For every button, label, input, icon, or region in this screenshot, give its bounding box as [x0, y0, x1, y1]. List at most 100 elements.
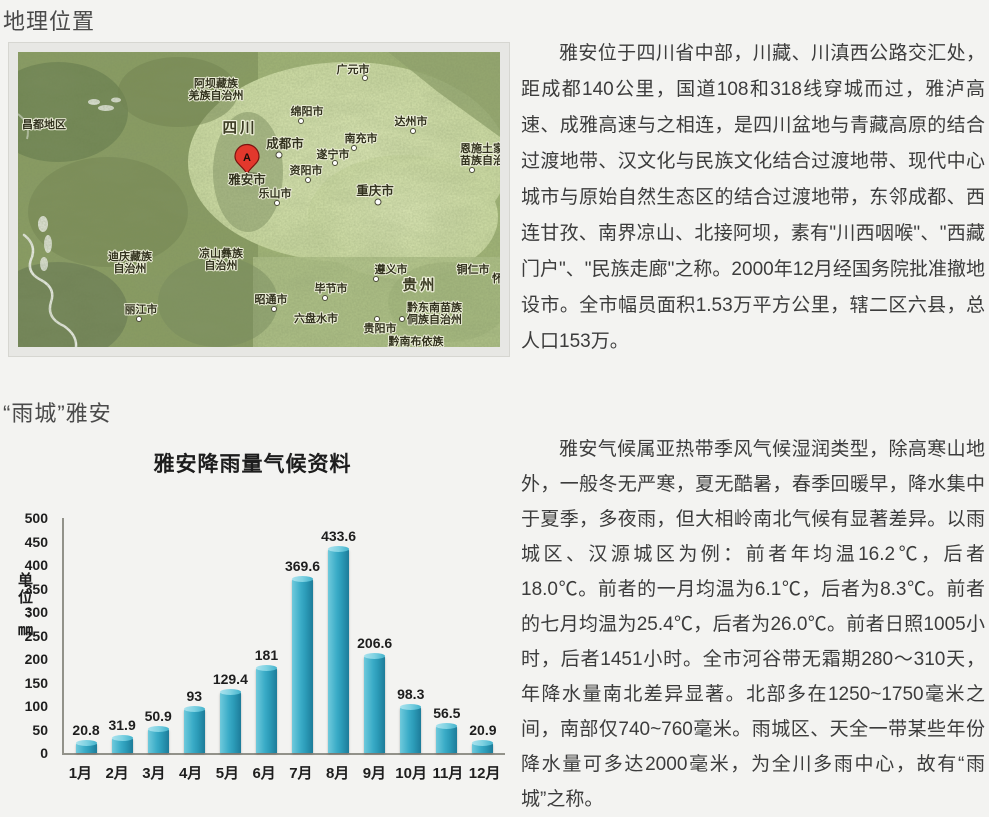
bar	[148, 729, 169, 753]
section-title-rain-city: “雨城”雅安	[3, 396, 112, 428]
map-label-mianyang: 绵阳市	[291, 104, 324, 118]
map-label-leshan: 乐山市	[259, 186, 292, 200]
x-axis-label: 12月	[466, 762, 503, 783]
x-axis-label: 4月	[172, 762, 209, 783]
map-label-aba-1: 阿坝藏族	[194, 76, 239, 90]
x-axis-label: 2月	[99, 762, 136, 783]
map-label-yaan: 雅安市	[227, 172, 266, 187]
bar-value-label: 129.4	[213, 671, 248, 687]
map-label-ziyang: 资阳市	[290, 163, 323, 177]
bar	[436, 726, 457, 753]
bar-value-label: 31.9	[108, 717, 135, 733]
map-label-sichuan: 四川	[223, 121, 258, 137]
rainfall-chart: 雅安降雨量气候资料 单位：㎜ 5004504003503002502001501…	[0, 444, 510, 799]
bar	[76, 743, 97, 753]
bar-column: 20.9	[465, 722, 501, 753]
x-axis-label: 10月	[393, 762, 430, 783]
x-axis-label: 3月	[136, 762, 173, 783]
bar-column: 129.4	[212, 671, 248, 753]
x-axis-label: 6月	[246, 762, 283, 783]
chart-title: 雅安降雨量气候资料	[0, 448, 505, 478]
geography-paragraph: 雅安位于四川省中部，川藏、川滇西公路交汇处，距成都140公里，国道108和318…	[521, 36, 985, 360]
bar-value-label: 206.6	[357, 635, 392, 651]
map-label-guiyang: 贵阳市	[364, 321, 397, 335]
rain-city-paragraph: 雅安气候属亚热带季风气候湿润类型，除高寒山地外，一般冬无严寒，夏无酷暑，春季回暖…	[521, 432, 985, 817]
map-label-guizhou: 贵州	[403, 276, 438, 294]
map-label-guangyuan: 广元市	[337, 62, 370, 76]
bar-value-label: 56.5	[433, 705, 460, 721]
bar	[364, 656, 385, 753]
x-axis-label: 9月	[356, 762, 393, 783]
map-figure: 昌都地区 阿坝藏族 羌族自治州 四川 迪庆藏族 自治州 凉山彝族 自治州 恩施土…	[8, 42, 510, 357]
map-label-diqing-2: 自治州	[114, 261, 147, 275]
bar	[292, 579, 313, 753]
map-label-zunyi: 遵义市	[375, 262, 408, 276]
bar-column: 20.8	[68, 722, 104, 753]
bar-value-label: 20.8	[72, 722, 99, 738]
map-label-liangshan-1: 凉山彝族	[199, 246, 244, 260]
bar-column: 206.6	[357, 635, 393, 753]
bar	[400, 707, 421, 753]
y-axis-tick: 400	[25, 556, 48, 574]
page: 地理位置	[0, 0, 989, 799]
map-label-chongqing: 重庆市	[356, 183, 394, 198]
bar-value-label: 369.6	[285, 558, 320, 574]
x-axis-label: 7月	[283, 762, 320, 783]
bar-column: 181	[248, 647, 284, 753]
map-label-lijiang: 丽江市	[125, 302, 158, 316]
bar	[256, 668, 277, 753]
bar	[220, 692, 241, 753]
bar	[184, 709, 205, 753]
bar-value-label: 20.9	[469, 722, 496, 738]
bar	[472, 743, 493, 753]
y-axis-tick: 50	[32, 721, 48, 739]
y-axis-tick: 0	[40, 744, 48, 762]
bar-column: 56.5	[429, 705, 465, 753]
y-axis-tick: 200	[25, 650, 48, 668]
map-label-qiannan: 黔南布依族	[389, 334, 445, 347]
map-label-tongren: 铜仁市	[456, 262, 490, 276]
bar-value-label: 50.9	[145, 708, 172, 724]
y-axis-tick: 150	[25, 674, 48, 692]
map-label-dazhou: 达州市	[395, 114, 428, 128]
y-axis-tick: 250	[25, 627, 48, 645]
map-label-aba-2: 羌族自治州	[189, 88, 244, 102]
bar-column: 31.9	[104, 717, 140, 753]
bar-value-label: 433.6	[321, 528, 356, 544]
y-axis-tick: 500	[25, 509, 48, 527]
y-axis-tick: 350	[25, 580, 48, 598]
map-label-diqing-1: 迪庆藏族	[108, 249, 153, 263]
bar	[328, 549, 349, 753]
section-title-geography: 地理位置	[3, 4, 95, 36]
y-axis-tick: 450	[25, 533, 48, 551]
map-label-qiandongnan-1: 黔东南苗族	[407, 300, 463, 314]
bar-value-label: 93	[186, 688, 202, 704]
map-label-qiandongnan-2: 侗族自治州	[406, 312, 462, 326]
map-label-enshi-1: 恩施土家族	[460, 141, 500, 155]
map-label-bijie: 毕节市	[315, 281, 348, 295]
pin-letter: A	[243, 152, 251, 164]
bar-column: 93	[176, 688, 212, 753]
map-label-suining: 遂宁市	[317, 147, 350, 161]
bar-value-label: 98.3	[397, 686, 424, 702]
x-axis-label: 1月	[62, 762, 99, 783]
bars-area: 20.8 31.9 50.9 93 129.4 181 369.6433.6 206.6 98.…	[62, 518, 505, 755]
x-axis-label: 8月	[319, 762, 356, 783]
y-axis-ticks: 500450400350300250200150100500	[0, 518, 56, 753]
bar-value-label: 181	[255, 647, 278, 663]
y-axis-tick: 100	[25, 697, 48, 715]
map-label-enshi-2: 苗族自治州	[460, 153, 500, 167]
y-axis-tick: 300	[25, 603, 48, 621]
bar-column: 50.9	[140, 708, 176, 753]
map-label-changdu: 昌都地区	[22, 117, 66, 131]
map-label-liangshan-2: 自治州	[205, 258, 238, 272]
bar-column: 433.6	[321, 528, 357, 753]
map-label-nanchong: 南充市	[345, 131, 378, 145]
bar-column: 369.6	[284, 558, 320, 753]
x-axis-label: 5月	[209, 762, 246, 783]
map-label-liupanshui: 六盘水市	[294, 311, 338, 325]
bar	[112, 738, 133, 753]
x-axis-label: 11月	[430, 762, 467, 783]
map-label-zhaotong: 昭通市	[255, 292, 288, 306]
map-svg: 昌都地区 阿坝藏族 羌族自治州 四川 迪庆藏族 自治州 凉山彝族 自治州 恩施土…	[18, 52, 500, 347]
